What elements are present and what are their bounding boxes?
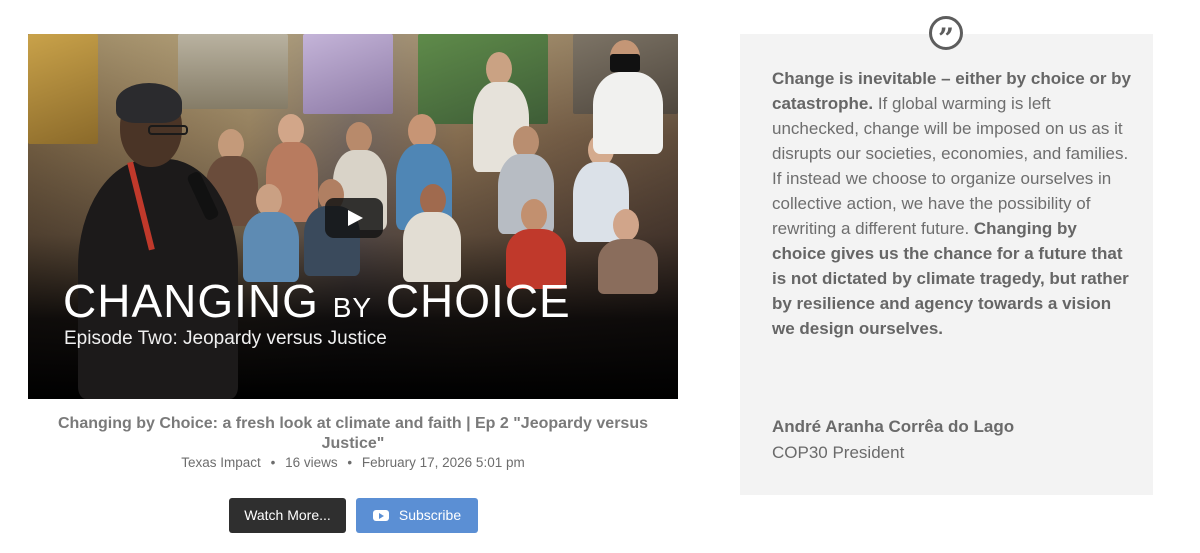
video-meta: Texas Impact • 16 views • February 17, 2…	[28, 454, 678, 472]
video-views: 16 views	[285, 455, 338, 470]
video-overlay-subtitle: Episode Two: Jeopardy versus Justice	[64, 328, 387, 349]
quote-author-role: COP30 President	[772, 443, 905, 462]
overlay-title-by: BY	[332, 292, 373, 323]
quote-text: Change is inevitable – either by choice …	[772, 66, 1132, 341]
overlay-title-choice: CHOICE	[385, 275, 571, 327]
quote-author: André Aranha Corrêa do Lago	[772, 417, 1015, 436]
video-player[interactable]: CHANGING BY CHOICE Episode Two: Jeopardy…	[28, 34, 678, 399]
overlay-title-changing: CHANGING	[63, 275, 319, 327]
subscribe-button[interactable]: Subscribe	[356, 498, 478, 533]
video-title[interactable]: Changing by Choice: a fresh look at clim…	[28, 414, 678, 454]
meta-separator: •	[347, 455, 353, 470]
meta-separator: •	[270, 455, 276, 470]
video-channel[interactable]: Texas Impact	[181, 455, 261, 470]
video-overlay-title: CHANGING BY CHOICE	[63, 276, 571, 333]
video-date: February 17, 2026 5:01 pm	[361, 455, 525, 470]
watch-more-button[interactable]: Watch More...	[229, 498, 346, 533]
youtube-icon	[372, 509, 389, 521]
quote-body: If global warming is left unchecked, cha…	[772, 94, 1129, 238]
quote-icon: ”	[929, 16, 963, 55]
subscribe-label: Subscribe	[398, 507, 462, 523]
play-icon[interactable]	[325, 198, 383, 238]
